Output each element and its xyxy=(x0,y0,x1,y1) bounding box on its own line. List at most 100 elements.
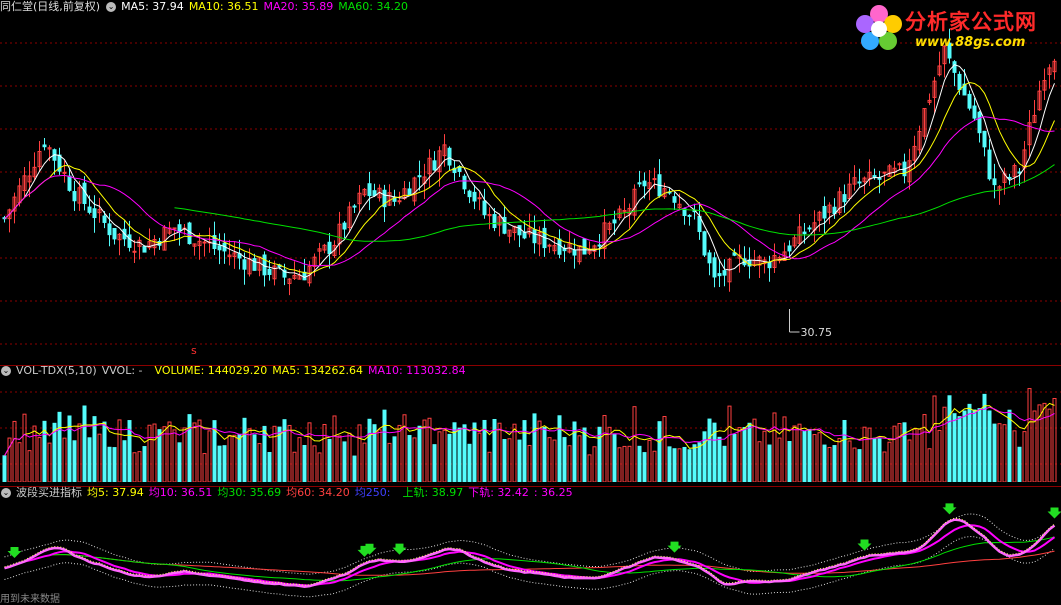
j250-readout: 均250: xyxy=(355,486,391,499)
volume-bar xyxy=(778,438,781,482)
indicator-panel-header: ⌄波段买进指标均5: 37.94均10: 36.51均30: 35.69均60:… xyxy=(0,486,1061,500)
volume-bar xyxy=(183,428,186,482)
volume-bar xyxy=(758,442,761,482)
volume-readout: VOLUME: 144029.20 xyxy=(155,364,268,377)
candle-body xyxy=(583,239,586,254)
volume-bar xyxy=(813,435,816,482)
candle-body xyxy=(573,250,576,255)
settings-circle-icon[interactable]: ⌄ xyxy=(1,488,11,498)
volume-bar xyxy=(493,419,496,482)
volume-bar xyxy=(423,420,426,482)
volume-bar xyxy=(288,425,291,482)
settings-circle-icon[interactable]: ⌄ xyxy=(106,2,116,12)
volume-bar xyxy=(478,433,481,482)
volume-bar xyxy=(163,427,166,482)
volume-bar xyxy=(48,443,51,482)
volume-bar xyxy=(1003,425,1006,482)
volume-bar xyxy=(503,440,506,482)
volume-bar xyxy=(68,416,71,482)
candle-body xyxy=(303,272,306,280)
volume-bar xyxy=(513,424,516,482)
candle-body xyxy=(68,176,71,190)
volume-bar xyxy=(798,424,801,482)
j60-readout: 均60: 34.20 xyxy=(286,486,350,499)
volume-bar xyxy=(418,426,421,482)
volume-bar xyxy=(743,428,746,482)
volume-bar xyxy=(318,453,321,482)
volume-bar xyxy=(143,447,146,482)
volume-bar xyxy=(873,438,876,482)
volume-bar xyxy=(303,445,306,482)
volume-bar xyxy=(853,448,856,482)
candle-body xyxy=(703,232,706,255)
volume-bar xyxy=(93,417,96,482)
candle-body xyxy=(858,182,861,183)
volume-bar xyxy=(633,407,636,482)
settings-circle-icon[interactable]: ⌄ xyxy=(1,366,11,376)
volume-bar xyxy=(228,435,231,482)
volume-bar xyxy=(613,434,616,482)
candle-body xyxy=(328,242,331,253)
volume-chart[interactable] xyxy=(0,378,1061,482)
j30-readout: 均30: 35.69 xyxy=(217,486,281,499)
volume-bar xyxy=(808,429,811,482)
candle-body xyxy=(878,178,881,179)
volume-bar xyxy=(178,443,181,482)
volume-bar xyxy=(108,447,111,482)
candle-body xyxy=(968,94,971,108)
candle-body xyxy=(713,258,716,277)
volume-bar xyxy=(353,456,356,482)
candle-body xyxy=(268,269,271,274)
candle-body xyxy=(768,262,771,267)
volume-bar xyxy=(188,415,191,482)
ma10-line xyxy=(5,83,1055,274)
volume-bar xyxy=(158,430,161,482)
volume-bar xyxy=(868,428,871,482)
volume-bar xyxy=(293,452,296,482)
volume-bar xyxy=(328,439,331,482)
volume-bar xyxy=(963,411,966,482)
volume-bar xyxy=(248,429,251,482)
volume-bar xyxy=(983,394,986,482)
volume-bar xyxy=(978,409,981,482)
volume-bar xyxy=(548,438,551,482)
volume-bar xyxy=(718,437,721,482)
flower-logo-icon xyxy=(853,2,905,54)
volume-bar xyxy=(1048,409,1051,482)
candle-body xyxy=(978,112,981,132)
ma5-readout: MA5: 37.94 xyxy=(121,0,184,13)
volume-bar xyxy=(458,428,461,482)
volume-bar xyxy=(1043,403,1046,482)
candle-body xyxy=(43,145,46,147)
volume-bar xyxy=(748,423,751,482)
volume-bar xyxy=(663,417,666,482)
volume-bar xyxy=(918,429,921,482)
volume-bar xyxy=(733,434,736,482)
j10-readout: 均10: 36.51 xyxy=(149,486,213,499)
candle-body xyxy=(128,235,131,247)
volume-bar xyxy=(788,441,791,482)
candle-body xyxy=(688,215,691,216)
volume-bar xyxy=(903,423,906,482)
buy-arrow-icon xyxy=(858,539,872,550)
candle-body xyxy=(468,191,471,196)
volume-bar xyxy=(358,425,361,482)
volume-bar xyxy=(618,448,621,482)
volume-bar xyxy=(638,446,641,482)
candle-body xyxy=(993,179,996,185)
volume-bar xyxy=(623,446,626,482)
candle-body xyxy=(103,216,106,222)
indicator-chart[interactable] xyxy=(0,500,1061,602)
buy-arrow-icon xyxy=(393,544,407,555)
volume-ma5-line xyxy=(5,403,1055,455)
volume-bar xyxy=(113,448,116,482)
vol-ma10-readout: MA10: 113032.84 xyxy=(368,364,466,377)
price-chart[interactable]: 30.75s xyxy=(0,14,1061,364)
volume-bar xyxy=(443,430,446,482)
candle-body xyxy=(808,228,811,229)
volume-bar xyxy=(673,449,676,482)
candle-body xyxy=(478,198,481,199)
candle-body xyxy=(788,246,791,251)
volume-bar xyxy=(18,443,21,482)
volume-bar xyxy=(148,425,151,482)
